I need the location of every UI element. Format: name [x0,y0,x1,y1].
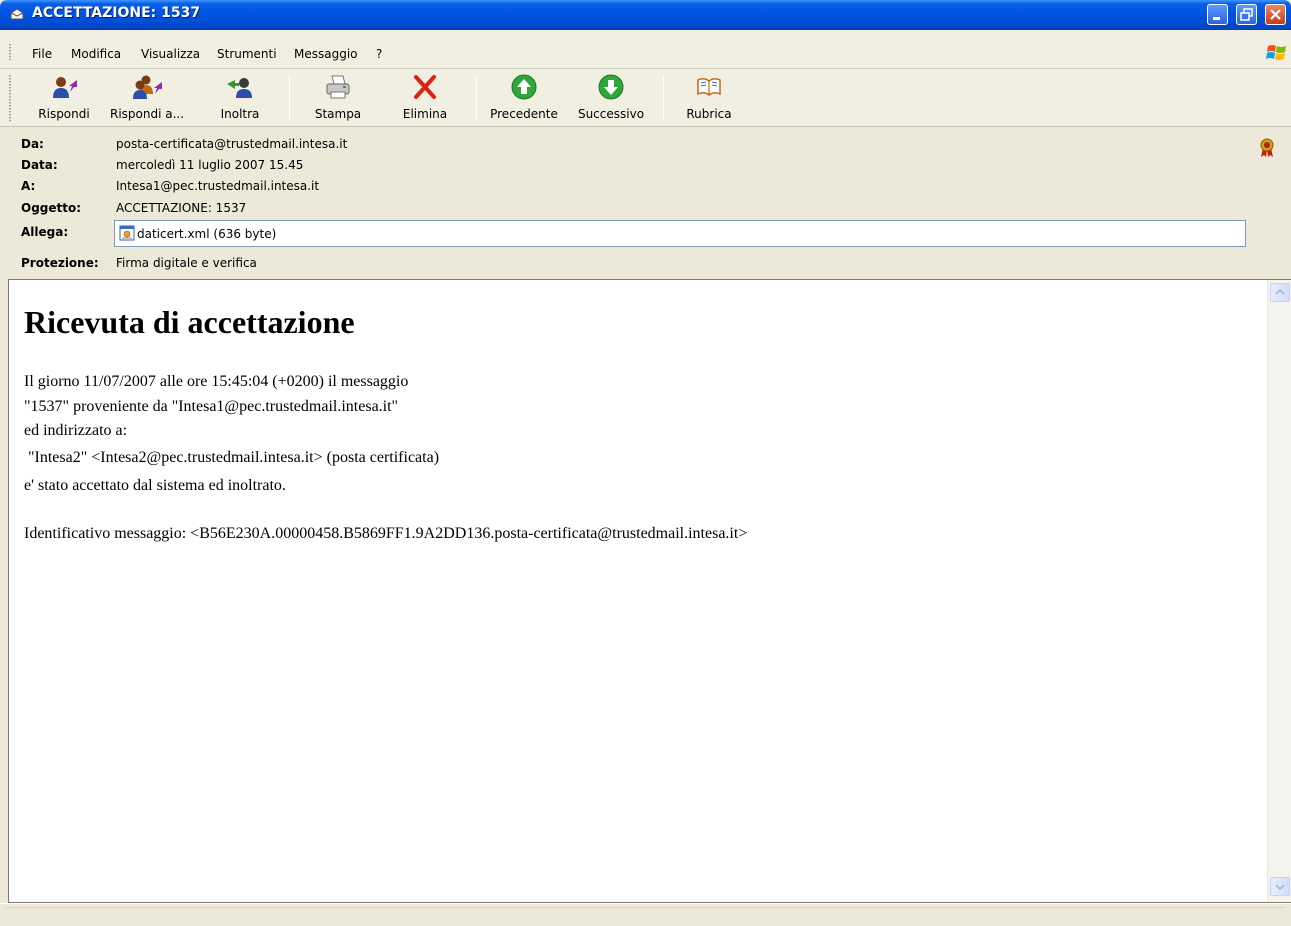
forward-icon [227,78,252,98]
menu-file[interactable]: File [30,47,54,61]
toolbar-separator [476,75,477,121]
delete-icon [414,75,436,99]
menu-grip[interactable] [9,44,11,60]
delete-label: Elimina [402,107,448,121]
message-body[interactable]: Ricevuta di accettazione Il giorno 11/07… [8,279,1291,903]
status-bar [0,903,1291,926]
attachment-name: daticert.xml (636 byte) [137,227,277,241]
forward-button[interactable]: Inoltra [212,74,268,124]
toolbar-separator [289,75,290,121]
forward-label: Inoltra [220,107,260,121]
message-line: ed indirizzato a: [24,422,128,439]
attach-label: Allega: [21,225,69,239]
message-line: "Intesa2" <Intesa2@pec.trustedmail.intes… [24,449,440,466]
reply-all-label: Rispondi a... [110,107,185,121]
security-value: Firma digitale e verifica [116,256,257,270]
address-book-label: Rubrica [686,107,732,121]
reply-icon [53,77,77,98]
arrow-down-icon [598,74,624,100]
close-icon [1270,9,1281,20]
arrow-up-icon [511,74,537,100]
menu-messaggio[interactable]: Messaggio [292,47,360,61]
security-label: Protezione: [21,256,99,270]
envelope-icon [10,8,24,20]
chevron-down-icon [1275,884,1285,891]
print-label: Stampa [314,107,362,121]
attachment-item[interactable]: daticert.xml (636 byte) [119,225,276,241]
chevron-up-icon [1275,288,1285,295]
print-button[interactable]: Stampa [310,74,366,124]
next-button[interactable]: Successivo [575,74,647,124]
scroll-down-button[interactable] [1270,877,1290,896]
menu-modifica[interactable]: Modifica [69,47,123,61]
message-id-line: Identificativo messaggio: <B56E230A.0000… [24,525,748,542]
message-header: Da: posta-certificata@trustedmail.intesa… [0,128,1291,279]
reply-label: Rispondi [38,107,90,121]
menu-help[interactable]: ? [374,47,384,61]
from-label: Da: [21,137,44,151]
digital-signature-icon[interactable] [1259,138,1275,158]
vertical-scrollbar[interactable] [1267,280,1291,902]
date-label: Data: [21,158,58,172]
scroll-up-button[interactable] [1270,283,1290,302]
reply-button[interactable]: Rispondi [35,74,93,124]
attachment-list: daticert.xml (636 byte) [114,220,1246,247]
xml-file-icon [119,225,135,241]
message-line: "1537" proveniente da "Intesa1@pec.trust… [24,398,399,415]
address-book-icon [697,77,721,96]
reply-all-button[interactable]: Rispondi a... [110,74,184,124]
close-button[interactable] [1265,4,1286,25]
title-bar[interactable]: ACCETTAZIONE: 1537 [0,0,1291,30]
menu-strumenti[interactable]: Strumenti [215,47,279,61]
from-value: posta-certificata@trustedmail.intesa.it [116,137,348,151]
message-title: Ricevuta di accettazione [24,304,355,340]
minimize-button[interactable] [1207,4,1228,25]
minimize-icon [1213,17,1220,20]
previous-button[interactable]: Precedente [487,74,561,124]
restore-button[interactable] [1236,4,1257,25]
address-book-button[interactable]: Rubrica [681,74,737,124]
menu-bar: File Modifica Visualizza Strumenti Messa… [0,30,1291,69]
message-line: e' stato accettato dal sistema ed inoltr… [24,477,286,494]
toolbar: Rispondi Rispondi a... Inoltra Stampa El… [0,69,1291,127]
menu-visualizza[interactable]: Visualizza [139,47,202,61]
restore-icon [1240,8,1253,21]
message-line: Il giorno 11/07/2007 alle ore 15:45:04 (… [24,373,409,390]
window-title: ACCETTAZIONE: 1537 [32,5,201,21]
date-value: mercoledì 11 luglio 2007 15.45 [116,158,304,172]
to-label: A: [21,179,36,193]
to-value: Intesa1@pec.trustedmail.intesa.it [116,179,320,193]
toolbar-separator [663,75,664,121]
reply-all-icon [133,75,162,99]
subject-value: ACCETTAZIONE: 1537 [116,201,247,215]
windows-logo-icon [1266,45,1286,60]
status-panel [6,907,1286,925]
printer-icon [326,75,350,99]
previous-label: Precedente [490,107,558,121]
delete-button[interactable]: Elimina [397,74,453,124]
next-label: Successivo [577,107,645,121]
toolbar-grip[interactable] [9,75,11,123]
subject-label: Oggetto: [21,201,82,215]
